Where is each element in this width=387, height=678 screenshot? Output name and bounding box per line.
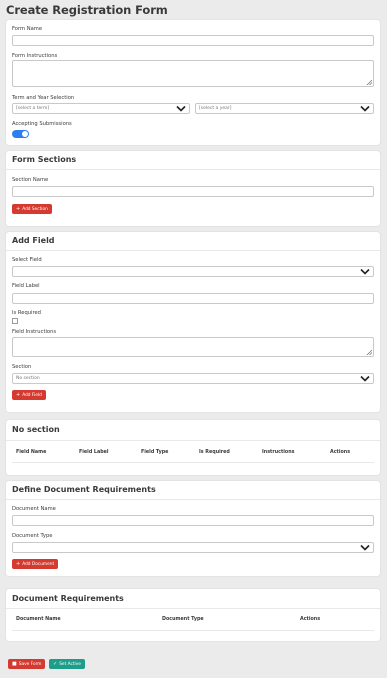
save-form-label: Save Form — [18, 662, 42, 667]
field-label-input[interactable] — [12, 293, 374, 304]
field-instructions-label: Field Instructions — [12, 329, 57, 335]
divider — [6, 250, 380, 251]
column-header: Actions — [330, 450, 351, 455]
term-select[interactable]: [select a term] — [12, 103, 190, 114]
document-name-label: Document Name — [12, 506, 56, 512]
plus-icon: + — [16, 392, 21, 398]
add-section-button[interactable]: + Add Section — [12, 204, 52, 214]
no-section-title: No section — [12, 425, 60, 434]
column-header: Instructions — [262, 450, 295, 455]
resize-grip-icon[interactable] — [366, 79, 372, 85]
is-required-label: Is Required — [12, 310, 41, 316]
accepting-submissions-toggle[interactable] — [12, 130, 29, 138]
section-name-input[interactable] — [12, 186, 374, 197]
document-name-input[interactable] — [12, 515, 374, 526]
page-title: Create Registration Form — [6, 3, 168, 17]
divider — [6, 169, 380, 170]
select-field-label: Select Field — [12, 257, 42, 263]
column-header: Document Name — [16, 617, 61, 622]
table-divider — [12, 462, 374, 463]
column-header: Field Label — [79, 450, 109, 455]
form-instructions-textarea[interactable] — [12, 60, 374, 87]
form-details-card: Form Name Form Instructions Term and Yea… — [6, 20, 380, 145]
year-select-value: [select a year] — [199, 106, 232, 111]
section-select[interactable]: No section — [12, 373, 374, 384]
form-name-label: Form Name — [12, 26, 43, 32]
add-document-button[interactable]: + Add Document — [12, 559, 59, 569]
resize-grip-icon[interactable] — [366, 349, 372, 355]
divider — [6, 608, 380, 609]
save-icon: ■ — [12, 661, 17, 667]
set-active-button[interactable]: ✓ Set Active — [49, 659, 85, 669]
form-name-input[interactable] — [12, 35, 374, 46]
is-required-checkbox[interactable] — [12, 318, 18, 324]
add-field-title: Add Field — [12, 236, 55, 245]
form-sections-card: Form Sections Section Name + Add Section — [6, 151, 380, 226]
column-header: Actions — [300, 617, 321, 622]
document-requirements-card: Document Requirements Document Name Docu… — [6, 589, 380, 641]
chevron-down-icon — [360, 268, 370, 275]
no-section-card: No section Field Name Field Label Field … — [6, 420, 380, 475]
field-instructions-textarea[interactable] — [12, 337, 374, 357]
chevron-down-icon — [360, 375, 370, 382]
add-field-card: Add Field Select Field Field Label Is Re… — [6, 232, 380, 412]
section-label: Section — [12, 364, 32, 370]
section-select-value: No section — [16, 376, 40, 381]
term-select-value: [select a term] — [16, 106, 50, 111]
document-requirements-title: Document Requirements — [12, 594, 124, 603]
set-active-label: Set Active — [59, 662, 81, 667]
chevron-down-icon — [360, 544, 370, 551]
save-form-button[interactable]: ■ Save Form — [8, 659, 46, 669]
toggle-knob — [22, 131, 28, 137]
document-type-label: Document Type — [12, 533, 53, 539]
define-documents-title: Define Document Requirements — [12, 485, 156, 494]
add-field-button[interactable]: + Add Field — [12, 390, 46, 400]
add-section-label: Add Section — [22, 207, 48, 212]
field-label-label: Field Label — [12, 283, 40, 289]
accepting-submissions-label: Accepting Submissions — [12, 121, 72, 127]
define-documents-card: Define Document Requirements Document Na… — [6, 481, 380, 576]
document-type-select[interactable] — [12, 542, 374, 553]
plus-icon: + — [16, 206, 21, 212]
chevron-down-icon — [176, 105, 186, 112]
column-header: Field Name — [16, 450, 47, 455]
add-field-button-label: Add Field — [22, 393, 42, 398]
column-header: Is Required — [199, 450, 230, 455]
divider — [6, 440, 380, 441]
section-name-label: Section Name — [12, 177, 49, 183]
add-document-label: Add Document — [22, 562, 55, 567]
form-instructions-label: Form Instructions — [12, 53, 58, 59]
year-select[interactable]: [select a year] — [195, 103, 374, 114]
divider — [6, 499, 380, 500]
chevron-down-icon — [360, 105, 370, 112]
check-icon: ✓ — [53, 661, 58, 667]
column-header: Field Type — [141, 450, 169, 455]
column-header: Document Type — [162, 617, 204, 622]
form-sections-title: Form Sections — [12, 155, 77, 164]
term-year-label: Term and Year Selection — [12, 95, 75, 101]
select-field-dropdown[interactable] — [12, 266, 374, 277]
table-divider — [12, 630, 374, 631]
plus-icon: + — [16, 561, 21, 567]
